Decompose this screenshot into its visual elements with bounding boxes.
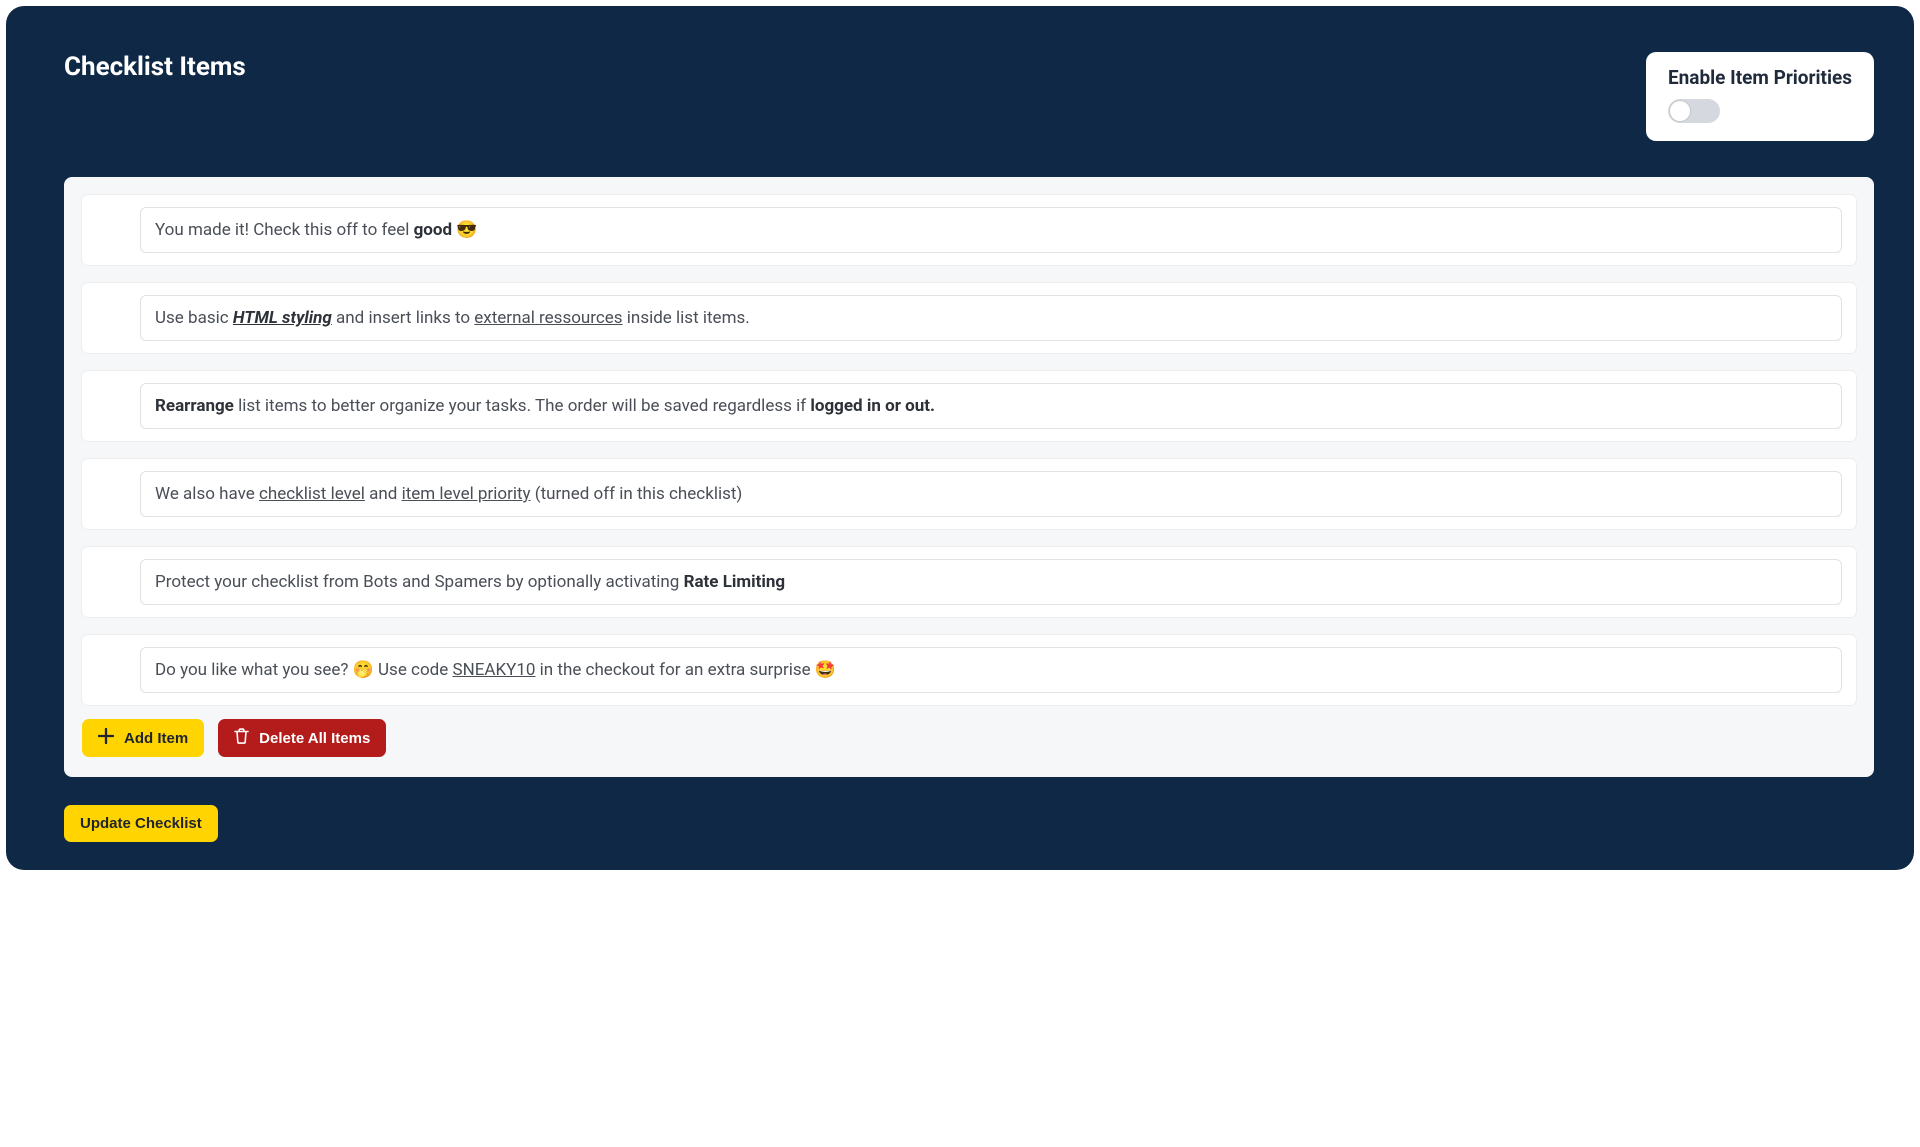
- enable-priorities-card: Enable Item Priorities: [1646, 52, 1874, 141]
- checklist-item[interactable]: Protect your checklist from Bots and Spa…: [82, 547, 1856, 617]
- checklist-item-input[interactable]: Protect your checklist from Bots and Spa…: [140, 559, 1842, 605]
- checklist-item[interactable]: Do you like what you see? 🤭 Use code SNE…: [82, 635, 1856, 705]
- checklist-item-input[interactable]: We also have checklist level and item le…: [140, 471, 1842, 517]
- update-checklist-button[interactable]: Update Checklist: [64, 805, 218, 842]
- checklist-item[interactable]: We also have checklist level and item le…: [82, 459, 1856, 529]
- checklist-items-container: You made it! Check this off to feel good…: [64, 177, 1874, 777]
- checklist-item[interactable]: Use basic HTML styling and insert links …: [82, 283, 1856, 353]
- checklist-item[interactable]: You made it! Check this off to feel good…: [82, 195, 1856, 265]
- trash-icon: [234, 728, 249, 748]
- enable-priorities-label: Enable Item Priorities: [1668, 66, 1852, 89]
- checklist-item-input[interactable]: Use basic HTML styling and insert links …: [140, 295, 1842, 341]
- plus-icon: [98, 728, 114, 748]
- checklist-item-input[interactable]: You made it! Check this off to feel good…: [140, 207, 1842, 253]
- checklist-editor-panel: Checklist Items Enable Item Priorities Y…: [6, 6, 1914, 870]
- delete-all-items-label: Delete All Items: [259, 730, 370, 747]
- add-item-label: Add Item: [124, 730, 188, 747]
- checklist-item[interactable]: Rearrange list items to better organize …: [82, 371, 1856, 441]
- delete-all-items-button[interactable]: Delete All Items: [218, 719, 386, 757]
- checklist-item-input[interactable]: Do you like what you see? 🤭 Use code SNE…: [140, 647, 1842, 693]
- enable-priorities-toggle[interactable]: [1668, 99, 1720, 123]
- checklist-item-input[interactable]: Rearrange list items to better organize …: [140, 383, 1842, 429]
- add-item-button[interactable]: Add Item: [82, 719, 204, 757]
- page-title: Checklist Items: [64, 52, 246, 82]
- toggle-knob: [1670, 101, 1690, 121]
